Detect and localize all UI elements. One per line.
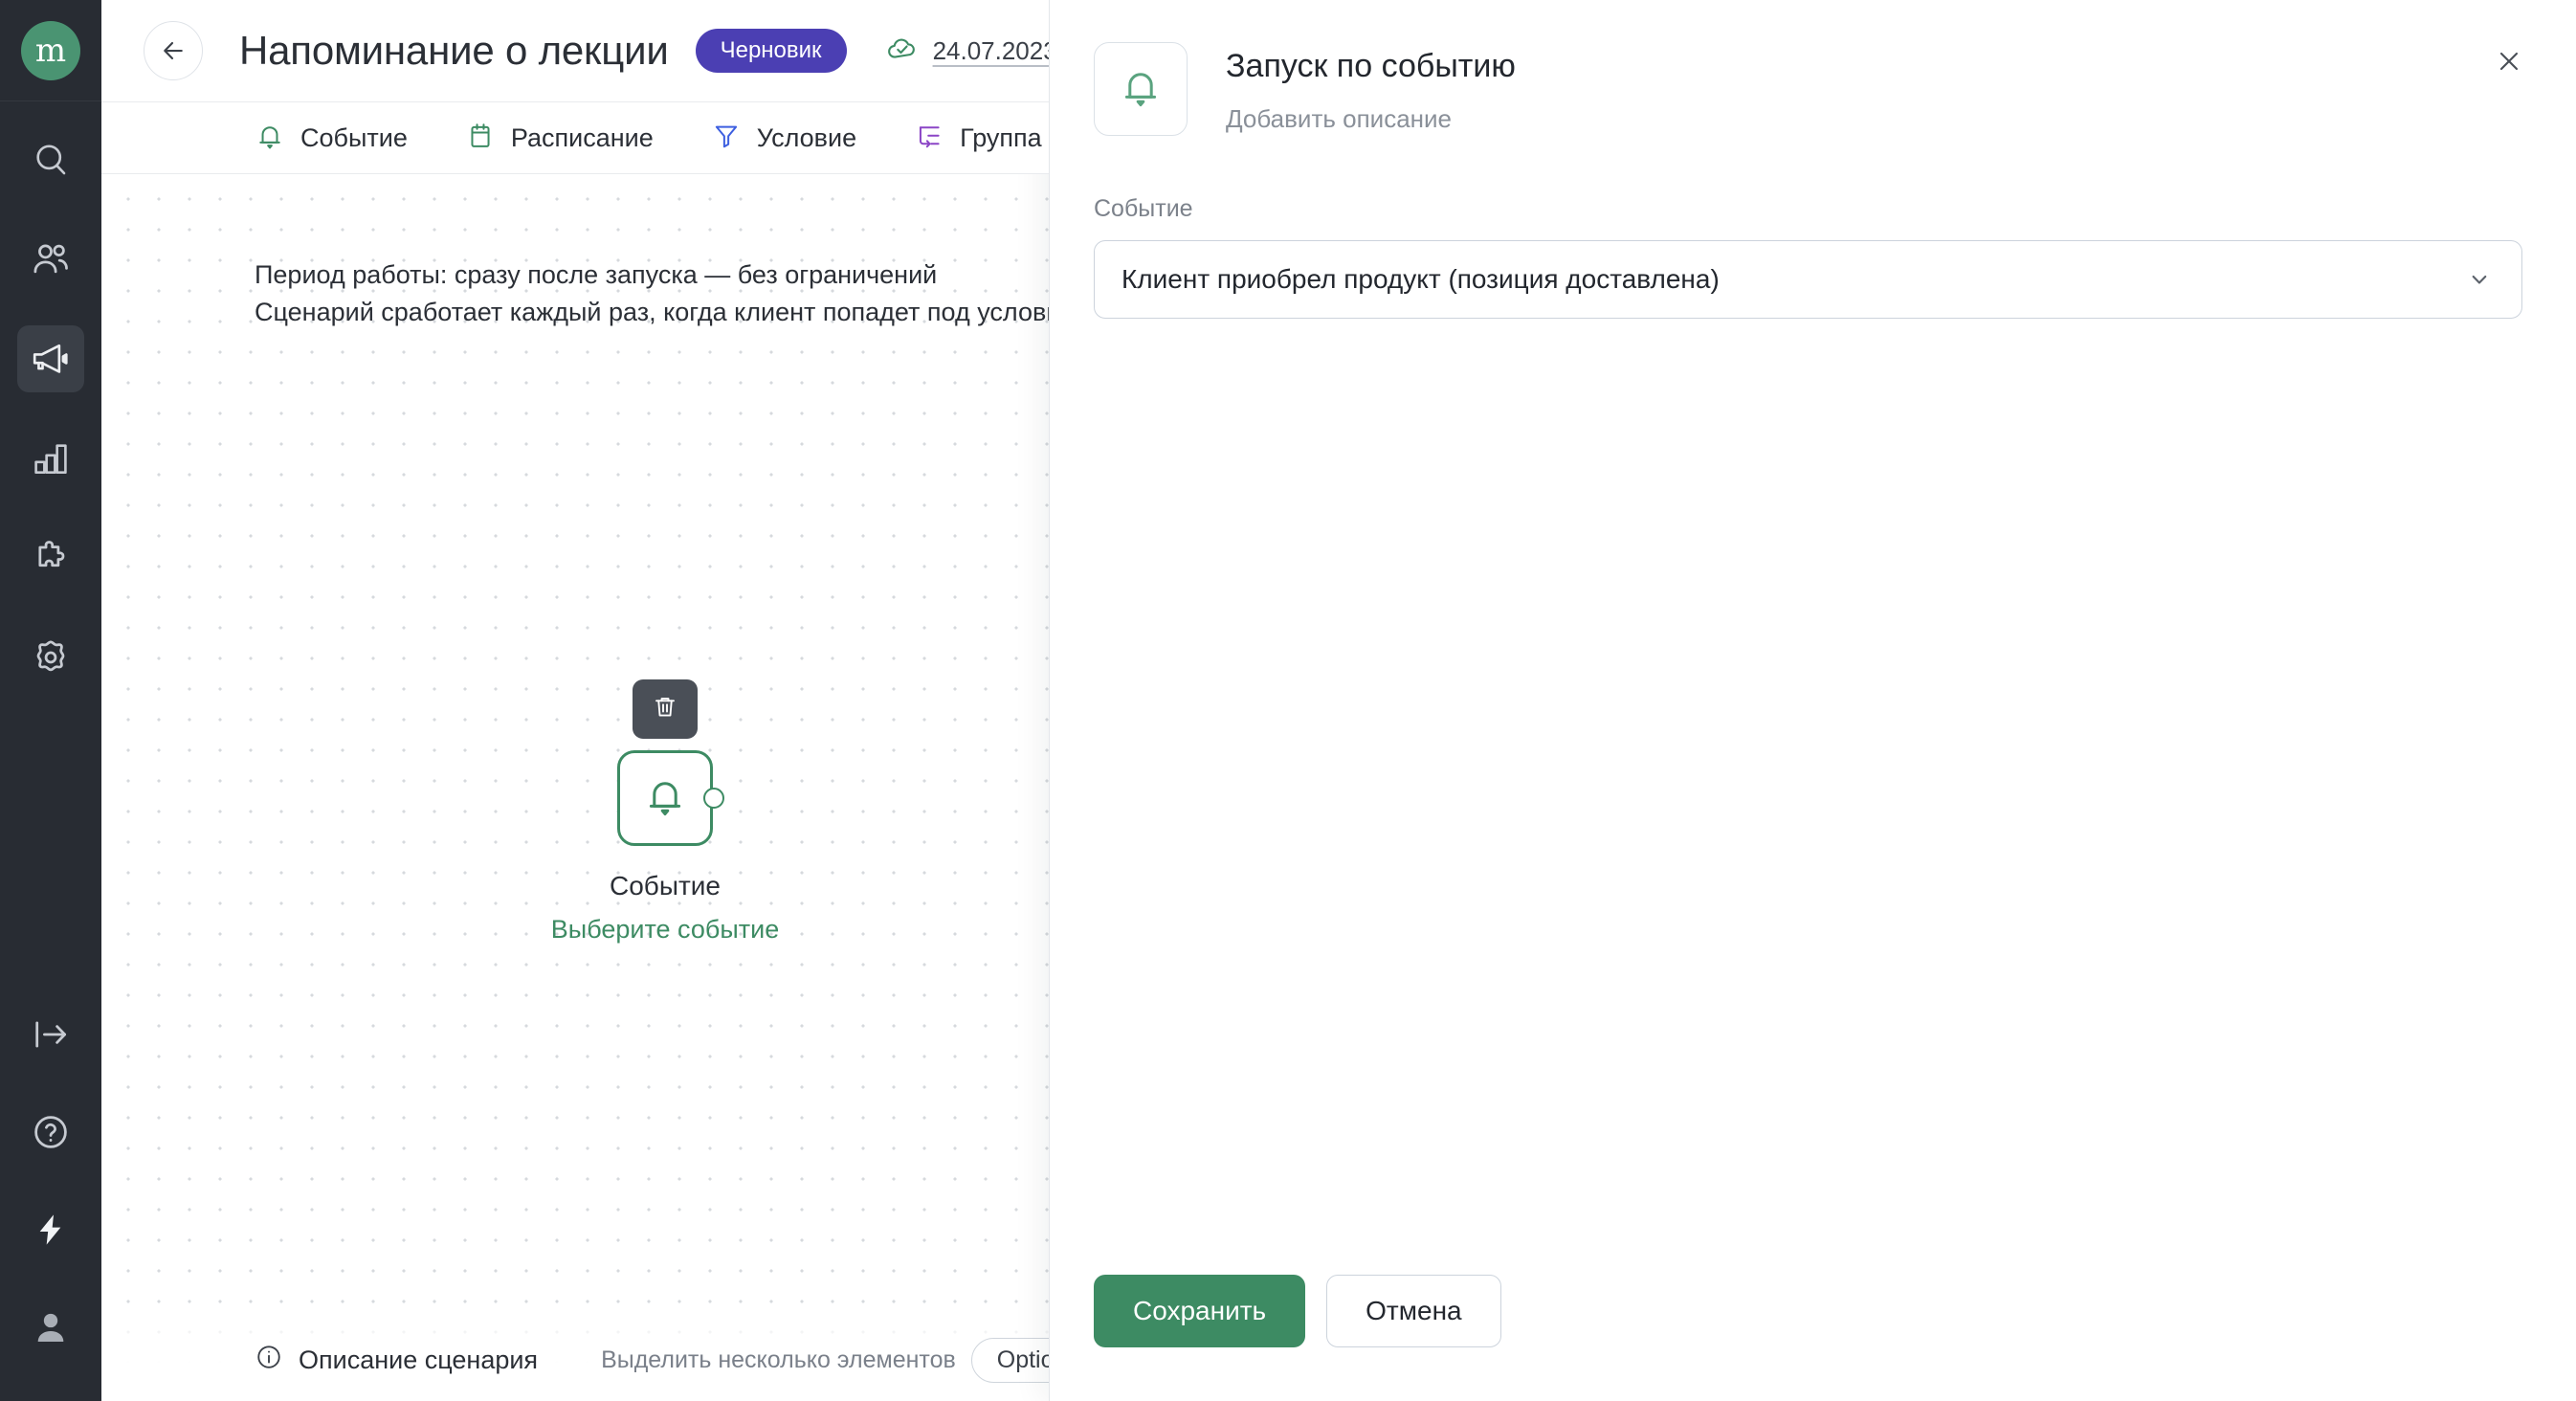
- sidebar-item-help[interactable]: [17, 1099, 84, 1166]
- event-select[interactable]: Клиент приобрел продукт (позиция доставл…: [1094, 240, 2522, 319]
- tab-event-label: Событие: [300, 122, 408, 152]
- search-icon: [31, 140, 71, 180]
- settings-icon: [30, 636, 72, 678]
- page-title: Напоминание о лекции: [239, 28, 669, 73]
- sidebar-item-quick-actions[interactable]: [17, 1196, 84, 1263]
- rail-secondary-group: [17, 1001, 84, 1401]
- rail-primary-group: [17, 101, 84, 723]
- sidebar-item-analytics[interactable]: [17, 425, 84, 492]
- node-subtitle-select-event[interactable]: Выберите событие: [551, 915, 779, 945]
- group-icon: [914, 121, 944, 156]
- sidebar-item-settings[interactable]: [17, 624, 84, 691]
- panel-close-button[interactable]: [2486, 38, 2532, 84]
- saved-date[interactable]: 24.07.2023: [933, 36, 1049, 66]
- panel-node-icon: [1094, 42, 1188, 136]
- integrations-icon: [30, 537, 72, 579]
- panel-header: Запуск по событию Добавить описание: [1050, 0, 2576, 136]
- save-button[interactable]: Сохранить: [1094, 1275, 1306, 1347]
- node-settings-panel: Запуск по событию Добавить описание Собы…: [1049, 0, 2576, 1401]
- panel-body: Событие Клиент приобрел продукт (позиция…: [1050, 136, 2576, 1275]
- left-nav-rail: m: [0, 0, 101, 1401]
- tab-condition[interactable]: Условие: [711, 121, 856, 156]
- tab-group-label: Группа: [960, 122, 1042, 152]
- save-state: 24.07.2023: [885, 32, 1049, 71]
- collapse-icon: [30, 1013, 72, 1056]
- flow-canvas[interactable]: Период работы: сразу после запуска — без…: [101, 174, 1049, 1401]
- node-delete-button[interactable]: [633, 679, 698, 739]
- canvas-period-note: Период работы: сразу после запуска — без…: [255, 256, 1049, 331]
- cloud-check-icon: [885, 32, 920, 71]
- bell-icon: [1118, 64, 1164, 115]
- campaigns-icon: [29, 337, 73, 381]
- event-select-value: Клиент приобрел продукт (позиция доставл…: [1121, 264, 1720, 294]
- sidebar-item-campaigns[interactable]: [17, 325, 84, 392]
- scenario-editor-column: Напоминание о лекции Черновик 24.07.2023: [101, 0, 1049, 1401]
- tab-schedule-label: Расписание: [510, 122, 654, 152]
- sidebar-item-integrations[interactable]: [17, 524, 84, 591]
- multiselect-hint: Выделить несколько элементов Option +: [601, 1337, 1049, 1383]
- trash-icon: [651, 693, 679, 726]
- tab-condition-label: Условие: [756, 122, 857, 152]
- arrow-left-icon: [164, 41, 183, 60]
- tab-group[interactable]: Группа: [914, 121, 1042, 156]
- canvas-note-line-2: Сценарий сработает каждый раз, когда кли…: [255, 298, 1049, 327]
- editor-topbar: Напоминание о лекции Черновик 24.07.2023: [101, 0, 1049, 101]
- back-button[interactable]: [144, 21, 203, 80]
- panel-header-text: Запуск по событию Добавить описание: [1226, 42, 1516, 134]
- brand-logo[interactable]: m: [0, 0, 101, 101]
- bell-icon: [255, 121, 285, 156]
- close-icon: [2499, 52, 2519, 71]
- tab-event[interactable]: Событие: [255, 121, 408, 156]
- sidebar-item-account[interactable]: [17, 1294, 84, 1361]
- scenario-description-label: Описание сценария: [299, 1345, 539, 1374]
- canvas-note-line-1: Период работы: сразу после запуска — без…: [255, 260, 938, 289]
- canvas-footer-bar: Описание сценария Выделить несколько эле…: [101, 1319, 1049, 1401]
- panel-description-input[interactable]: Добавить описание: [1226, 104, 1516, 134]
- lightning-icon: [32, 1211, 70, 1249]
- panel-footer: Сохранить Отмена: [1050, 1275, 2576, 1401]
- analytics-icon: [31, 438, 71, 478]
- node-output-port[interactable]: [703, 788, 724, 809]
- filter-icon: [711, 121, 742, 156]
- multiselect-hint-text: Выделить несколько элементов: [601, 1345, 956, 1373]
- bell-icon: [642, 773, 688, 824]
- status-badge[interactable]: Черновик: [695, 29, 847, 73]
- contacts-icon: [30, 238, 72, 280]
- chevron-down-icon: [2466, 266, 2493, 293]
- sidebar-item-contacts[interactable]: [17, 226, 84, 293]
- scenario-description-link[interactable]: Описание сценария: [255, 1343, 538, 1378]
- key-option[interactable]: Option: [970, 1337, 1049, 1383]
- sidebar-item-search[interactable]: [17, 126, 84, 193]
- node-title: Событие: [610, 871, 721, 901]
- app-root: m Напоминание о лекции Черновик 24.07.20…: [0, 0, 2576, 1401]
- tab-schedule[interactable]: Расписание: [465, 121, 654, 156]
- flow-node-event: Событие Выберите событие: [545, 679, 785, 945]
- account-icon: [31, 1307, 71, 1347]
- node-palette-tabbar: Событие Расписание Условие Группа: [101, 101, 1049, 174]
- panel-title: Запуск по событию: [1226, 48, 1516, 84]
- help-icon: [30, 1111, 72, 1153]
- node-body-event[interactable]: [617, 750, 724, 846]
- cancel-button[interactable]: Отмена: [1326, 1275, 1501, 1347]
- calendar-icon: [465, 121, 496, 156]
- logo-badge: m: [21, 20, 80, 80]
- sidebar-item-collapse[interactable]: [17, 1001, 84, 1068]
- event-field-label: Событие: [1094, 195, 1193, 222]
- info-icon: [255, 1343, 283, 1378]
